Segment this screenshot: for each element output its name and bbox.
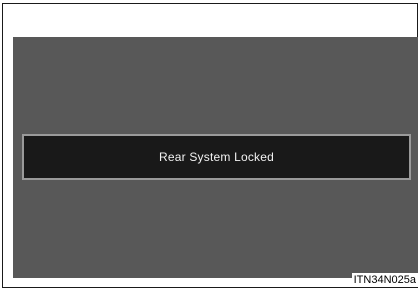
banner-message: Rear System Locked — [159, 150, 274, 164]
figure-code-label: ITN34N025a — [351, 273, 418, 287]
rear-system-locked-banner: Rear System Locked — [22, 134, 411, 180]
